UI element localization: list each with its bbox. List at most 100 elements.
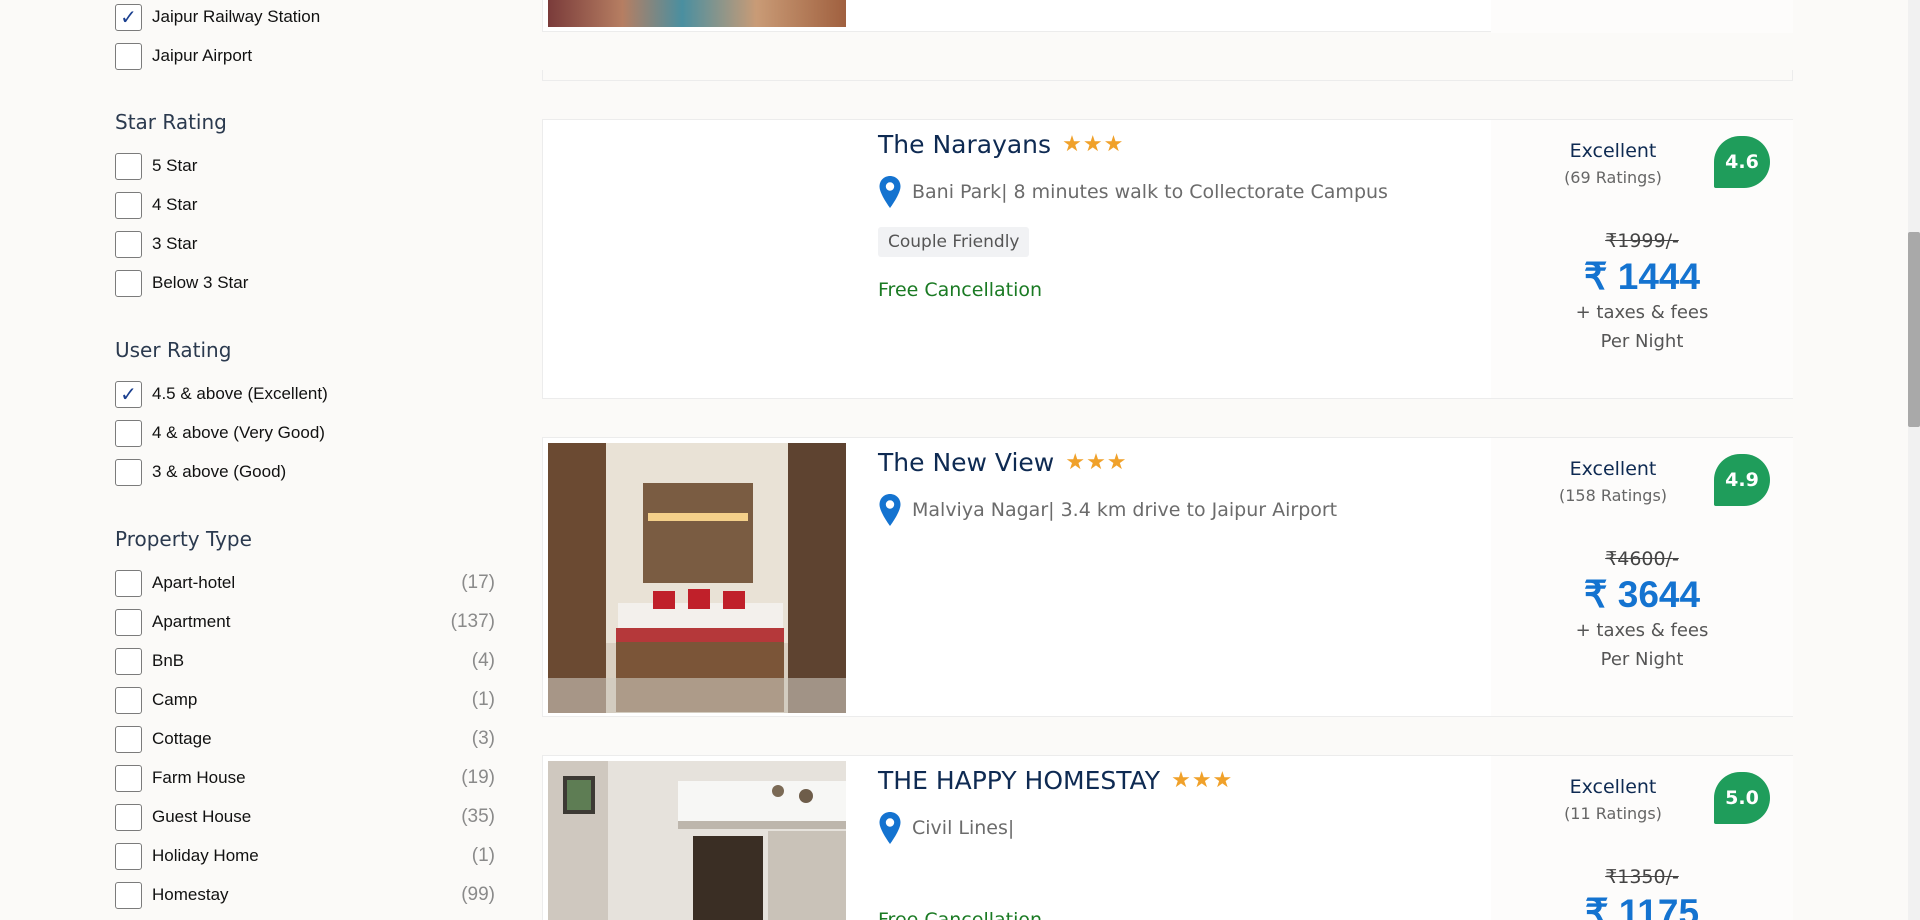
filter-label: 4 Star — [152, 195, 198, 214]
checkbox[interactable] — [115, 569, 142, 597]
rating-word: Excellent — [1569, 458, 1657, 480]
filter-option-4-star[interactable]: 4 Star — [115, 190, 495, 220]
filter-label: 3 & above (Good) — [152, 462, 287, 481]
filter-label: 3 Star — [152, 234, 198, 253]
filter-option-apartment[interactable]: Apartment (137) — [115, 607, 495, 637]
filter-label: Apart-hotel — [152, 573, 236, 592]
checkbox[interactable] — [115, 686, 142, 714]
checkbox[interactable] — [115, 152, 142, 180]
checkbox-checked-icon[interactable]: ✓ — [115, 380, 142, 408]
checkbox[interactable] — [115, 419, 142, 447]
filter-label: Cottage — [152, 729, 212, 748]
price-panel: Excellent (11 Ratings) 5.0 ₹1350/- ₹ 117… — [1491, 756, 1793, 920]
filter-label: Jaipur Airport — [152, 46, 253, 65]
filter-label: Below 3 Star — [152, 273, 249, 292]
filter-option-guest-house[interactable]: Guest House (35) — [115, 802, 495, 832]
filter-label: 5 Star — [152, 156, 198, 175]
filter-option-4-above[interactable]: 4 & above (Very Good) — [115, 418, 495, 448]
filter-option-5-star[interactable]: 5 Star — [115, 151, 495, 181]
star-rating-icon: ★★★ — [1062, 132, 1125, 157]
per-night-label: Per Night — [1600, 649, 1684, 670]
location-row: Civil Lines| — [878, 811, 1458, 845]
location-text: Bani Park| 8 minutes walk to Collectorat… — [912, 181, 1388, 203]
filter-option-holiday-home[interactable]: Holiday Home (1) — [115, 841, 495, 871]
rating-count: (69 Ratings) — [1564, 168, 1662, 187]
filter-option-jaipur-railway-station[interactable]: ✓ Jaipur Railway Station — [115, 2, 495, 32]
filter-option-3-star[interactable]: 3 Star — [115, 229, 495, 259]
filter-option-homestay[interactable]: Homestay (99) — [115, 880, 495, 910]
scrollbar-thumb[interactable] — [1908, 232, 1920, 427]
filter-option-camp[interactable]: Camp (1) — [115, 685, 495, 715]
location-row: Bani Park| 8 minutes walk to Collectorat… — [878, 175, 1458, 209]
rating-count: (11 Ratings) — [1564, 804, 1662, 823]
filter-label: Guest House — [152, 807, 252, 826]
filter-label: Jaipur Railway Station — [152, 7, 321, 26]
hotel-photo[interactable] — [548, 761, 846, 920]
taxes-note: + taxes & fees — [1575, 620, 1709, 641]
filter-option-farm-house[interactable]: Farm House (19) — [115, 763, 495, 793]
filter-option-bnb[interactable]: BnB (4) — [115, 646, 495, 676]
couple-friendly-tag: Couple Friendly — [878, 227, 1030, 257]
filter-option-cottage[interactable]: Cottage (3) — [115, 724, 495, 754]
filter-label: 4 & above (Very Good) — [152, 423, 325, 442]
hotel-photo-placeholder[interactable] — [548, 125, 846, 395]
star-rating-heading: Star Rating — [115, 110, 227, 134]
filter-option-apart-hotel[interactable]: Apart-hotel (17) — [115, 568, 495, 598]
property-type-heading: Property Type — [115, 527, 252, 551]
rating-badge: 4.6 — [1714, 136, 1770, 188]
hotel-name[interactable]: The New View — [878, 448, 1054, 477]
filter-label: Apartment — [152, 612, 231, 631]
filter-option-3-above[interactable]: 3 & above (Good) — [115, 457, 495, 487]
listing-card-the-narayans[interactable]: The Narayans ★★★ Bani Park| 8 minutes wa… — [542, 119, 1793, 399]
bedroom-photo — [548, 443, 846, 713]
original-price: ₹4600/- — [1605, 548, 1679, 570]
checkbox[interactable] — [115, 458, 142, 486]
rating-word: Excellent — [1569, 776, 1657, 798]
hotel-name[interactable]: The Narayans — [878, 130, 1051, 159]
checkbox[interactable] — [115, 725, 142, 753]
filter-count: (19) — [461, 767, 495, 788]
checkbox[interactable] — [115, 764, 142, 792]
map-pin-icon — [879, 812, 901, 844]
filter-label: Farm House — [152, 768, 246, 787]
checkbox-checked-icon[interactable]: ✓ — [115, 3, 142, 31]
rating-badge: 4.9 — [1714, 454, 1770, 506]
checkbox[interactable] — [115, 42, 142, 70]
filter-count: (3) — [471, 728, 495, 749]
filter-label: Holiday Home — [152, 846, 259, 865]
checkbox[interactable] — [115, 803, 142, 831]
filter-count: (137) — [450, 611, 495, 632]
user-rating-heading: User Rating — [115, 338, 232, 362]
checkbox[interactable] — [115, 230, 142, 258]
listing-card-the-new-view[interactable]: The New View ★★★ Malviya Nagar| 3.4 km d… — [542, 437, 1793, 717]
checkbox[interactable] — [115, 191, 142, 219]
listing-info: The New View ★★★ Malviya Nagar| 3.4 km d… — [878, 448, 1458, 527]
card-divider — [542, 70, 1793, 81]
discounted-price: ₹ 1175 — [1584, 892, 1700, 920]
discounted-price: ₹ 1444 — [1583, 256, 1701, 297]
location-text: Malviya Nagar| 3.4 km drive to Jaipur Ai… — [912, 499, 1338, 521]
rating-count: (158 Ratings) — [1558, 486, 1668, 505]
filter-label: Camp — [152, 690, 198, 709]
filter-option-below-3-star[interactable]: Below 3 Star — [115, 268, 495, 298]
checkbox[interactable] — [115, 842, 142, 870]
hotel-photo[interactable] — [548, 443, 846, 713]
map-pin-icon — [879, 176, 901, 208]
filter-option-jaipur-airport[interactable]: Jaipur Airport — [115, 41, 495, 71]
checkbox[interactable] — [115, 881, 142, 909]
taxes-note: + taxes & fees — [1575, 302, 1709, 323]
listing-card-the-happy-homestay[interactable]: THE HAPPY HOMESTAY ★★★ Civil Lines| Free… — [542, 755, 1793, 920]
discounted-price: ₹ 3644 — [1583, 574, 1701, 615]
checkbox[interactable] — [115, 647, 142, 675]
listing-card-previous[interactable] — [542, 0, 1793, 33]
location-row: Malviya Nagar| 3.4 km drive to Jaipur Ai… — [878, 493, 1458, 527]
price-panel: Excellent (69 Ratings) 4.6 ₹1999/- ₹ 144… — [1491, 120, 1793, 398]
checkbox[interactable] — [115, 269, 142, 297]
filter-label: 4.5 & above (Excellent) — [152, 384, 328, 403]
page-scrollbar[interactable] — [1908, 0, 1920, 920]
hotel-photo[interactable] — [548, 0, 846, 27]
map-pin-icon — [879, 494, 901, 526]
hotel-name[interactable]: THE HAPPY HOMESTAY — [878, 766, 1160, 795]
filter-option-4-5-above[interactable]: ✓ 4.5 & above (Excellent) — [115, 379, 495, 409]
checkbox[interactable] — [115, 608, 142, 636]
